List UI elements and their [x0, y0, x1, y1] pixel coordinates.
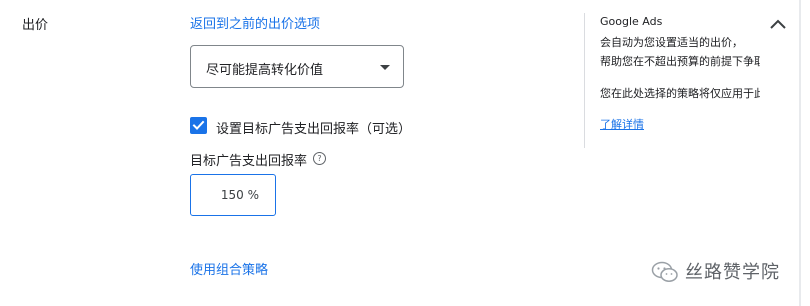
wechat-icon — [651, 261, 678, 282]
target-roas-checkbox[interactable] — [190, 117, 207, 134]
info-panel-title: Google Ads — [600, 15, 663, 28]
dropdown-arrow-icon — [380, 65, 390, 70]
info-panel-line-1: 会自动为您设置适当的出价， — [600, 36, 743, 49]
target-roas-checkbox-label[interactable]: 设置目标广告支出回报率（可选） — [216, 118, 411, 137]
bidding-strategy-value: 尽可能提高转化价值 — [206, 63, 324, 78]
percent-unit: % — [247, 188, 259, 202]
help-icon[interactable]: ? — [313, 152, 326, 165]
back-to-previous-bidding-link[interactable]: 返回到之前的出价选项 — [190, 13, 320, 32]
vertical-divider — [584, 13, 585, 148]
bidding-strategy-select[interactable]: 尽可能提高转化价值 — [190, 45, 404, 88]
chevron-up-icon — [770, 19, 786, 29]
bidding-panel: 出价 返回到之前的出价选项 尽可能提高转化价值 设置目标广告支出回报率（可选） … — [0, 0, 810, 306]
learn-more-link[interactable]: 了解详情 — [600, 116, 644, 132]
info-panel-line-3: 您在此处选择的策略将仅应用于此 — [600, 87, 760, 100]
target-roas-label: 目标广告支出回报率 — [190, 154, 308, 169]
checkmark-icon — [192, 120, 205, 130]
section-title: 出价 — [22, 18, 49, 33]
collapse-button[interactable] — [766, 14, 790, 34]
target-roas-input[interactable]: 150 % — [190, 174, 276, 216]
use-portfolio-strategy-link[interactable]: 使用组合策略 — [190, 259, 268, 278]
info-panel-line-2: 帮助您在不超出预算的前提下争取 — [600, 55, 760, 68]
panel-edge — [799, 0, 801, 306]
watermark-text: 丝路赞学院 — [685, 262, 780, 283]
target-roas-value: 150 % — [220, 188, 259, 202]
